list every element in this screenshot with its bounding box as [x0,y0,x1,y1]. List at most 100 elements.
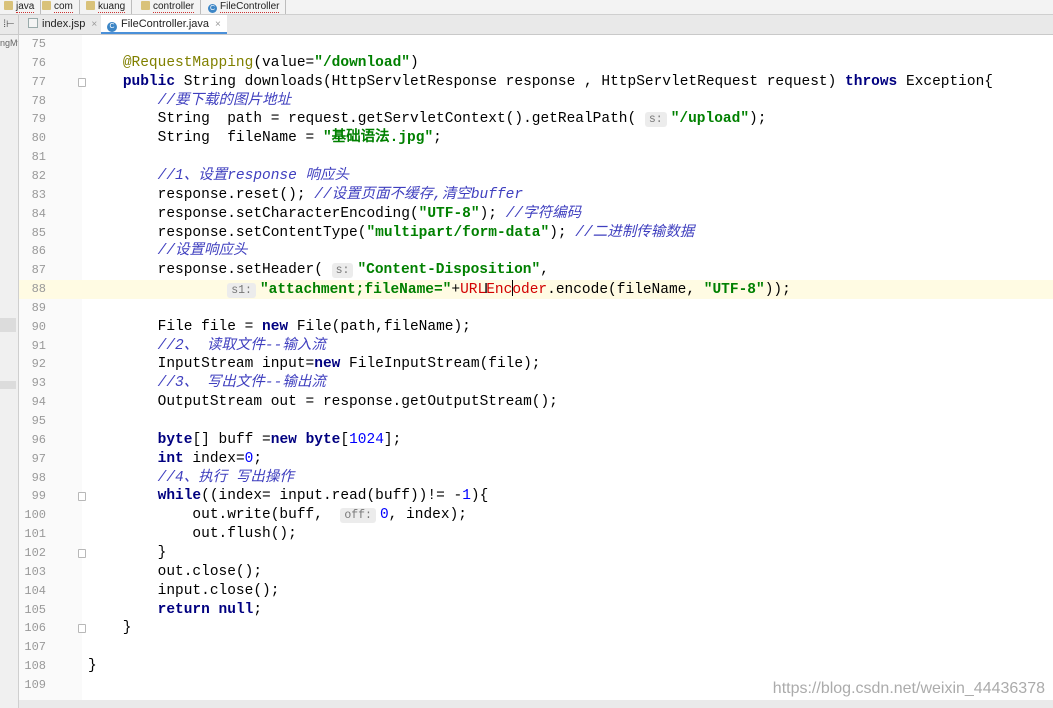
line-number: 84 [31,206,46,221]
breadcrumb-item-java[interactable]: java [0,0,42,14]
code-line[interactable]: 90 File file = new File(path,fileName); [19,318,1053,337]
watermark: https://blog.csdn.net/weixin_44436378 [772,680,1045,697]
code-line[interactable]: 97 int index=0; [19,450,1053,469]
code-line[interactable]: 106 } [19,619,1053,638]
close-icon[interactable]: × [91,19,97,30]
code-editor[interactable]: 75 76 @RequestMapping(value="/download") 7… [19,35,1053,701]
folder-icon [4,1,13,10]
panel-selection-marker [0,318,16,332]
breadcrumb-item-kuang[interactable]: kuang [82,0,133,14]
line-number: 83 [31,187,46,202]
line-number: 90 [31,319,46,334]
line-number: 101 [24,527,46,542]
fold-marker-icon[interactable] [78,492,86,502]
code-line[interactable]: 89 [19,299,1053,318]
code-line[interactable]: 102 } [19,544,1053,563]
line-number: 103 [24,564,46,579]
code-text: while((index= input.read(buff))!= -1){ [157,488,489,505]
code-line[interactable]: 86 //设置响应头 [19,242,1053,261]
folder-icon [141,1,150,10]
line-number: 79 [31,112,46,127]
fold-marker-icon[interactable] [78,548,86,558]
line-number: 89 [31,300,46,315]
line-number: 102 [24,545,46,560]
jsp-file-icon [28,18,38,28]
panel-selection-marker [0,381,16,389]
code-text: int index=0; [157,450,263,467]
structure-toggle-icon[interactable]: ⁞⊢ [0,15,19,34]
line-number: 96 [31,432,46,447]
code-line[interactable]: 80 String fileName = "基础语法.jpg"; [19,129,1053,148]
code-line[interactable]: 103 out.close(); [19,563,1053,582]
code-text: //要下载的图片地址 [157,92,292,109]
text-cursor-icon: Ⅰ [484,282,489,298]
code-text: InputStream input=new FileInputStream(fi… [88,356,541,373]
code-text: response.setCharacterEncoding("UTF-8"); … [88,205,582,222]
code-line[interactable]: 87 response.setHeader( s: "Content-Dispos… [19,261,1053,280]
code-text: //1、设置response 响应头 [157,167,350,184]
close-icon[interactable]: × [215,19,221,30]
code-text: input.close(); [88,582,280,599]
line-number: 86 [31,244,46,259]
code-text: OutputStream out = response.getOutputStr… [88,394,558,411]
code-line[interactable]: 78 //要下载的图片地址 [19,92,1053,111]
code-line[interactable]: 79 String path = request.getServletConte… [19,110,1053,129]
code-text: } [88,658,97,675]
code-text: response.setContentType("multipart/form-… [88,224,695,241]
code-text: @RequestMapping(value="/download") [122,54,419,71]
code-line[interactable]: 95 [19,412,1053,431]
code-line[interactable]: 91 //2、 读取文件--输入流 [19,337,1053,356]
code-line[interactable]: 77 public String downloads(HttpServletRe… [19,73,1053,92]
project-panel-edge[interactable]: ngMvc [0,35,19,708]
line-number: 93 [31,376,46,391]
java-class-icon: C [107,22,117,32]
breadcrumb-item-controller[interactable]: controller [137,0,202,14]
breadcrumb-item-filecontroller[interactable]: C FileController [204,0,287,14]
line-number: 95 [31,414,46,428]
fold-marker-icon[interactable] [78,624,86,634]
tab-filecontroller-java[interactable]: C FileController.java × [101,15,227,34]
code-line[interactable]: 100 out.write(buff, off: 0, index); [19,506,1053,525]
code-text: } [88,544,167,561]
code-line[interactable]: 107 [19,638,1053,657]
code-text: File file = new File(path,fileName); [88,318,471,335]
horizontal-scrollbar[interactable] [19,700,1053,708]
code-text: out.write(buff, off: 0, index); [88,507,467,524]
code-line[interactable]: 83 response.reset(); //设置页面不缓存,清空buffer [19,186,1053,205]
fold-marker-icon[interactable] [78,77,86,87]
code-line[interactable]: 92 InputStream input=new FileInputStream… [19,355,1053,374]
code-line[interactable]: 104 input.close(); [19,582,1053,601]
code-line[interactable]: 96 byte[] buff =new byte[1024]; [19,431,1053,450]
line-number: 76 [31,55,46,70]
code-line[interactable]: 85 response.setContentType("multipart/fo… [19,224,1053,243]
line-number: 105 [24,602,46,617]
code-line[interactable]: 93 //3、 写出文件--输出流 [19,374,1053,393]
code-line[interactable]: 81 [19,148,1053,167]
code-text: byte[] buff =new byte[1024]; [157,431,402,448]
code-text: //4、执行 写出操作 [157,469,294,486]
line-number: 77 [31,74,46,89]
code-line[interactable]: 76 @RequestMapping(value="/download") [19,54,1053,73]
code-text: String path = request.getServletContext(… [88,111,767,128]
code-line[interactable]: 108} [19,657,1053,676]
line-number: 97 [31,451,46,466]
code-line[interactable]: 105 return null; [19,601,1053,620]
code-text: s1: "attachment;fileName="+URLEncoder.enc… [88,280,791,300]
code-line[interactable]: 94 OutputStream out = response.getOutput… [19,393,1053,412]
code-line[interactable]: 101 out.flush(); [19,525,1053,544]
line-number: 78 [31,93,46,108]
line-number: 82 [31,168,46,183]
code-text: out.flush(); [88,526,297,543]
code-line[interactable]: 88 s1: "attachment;fileName="+URLEncoder.… [19,280,1053,300]
code-line[interactable]: 84 response.setCharacterEncoding("UTF-8"… [19,205,1053,224]
code-line[interactable]: 98 //4、执行 写出操作 [19,469,1053,488]
code-line[interactable]: 75 [19,35,1053,54]
line-number: 88 [31,282,46,297]
line-number: 91 [31,338,46,353]
code-line[interactable]: 99 while((index= input.read(buff))!= -1)… [19,487,1053,506]
code-text: //3、 写出文件--输出流 [157,375,326,392]
breadcrumb-item-com[interactable]: com [38,0,80,14]
tab-index-jsp[interactable]: index.jsp × [22,15,103,34]
editor-tab-bar: ⁞⊢ index.jsp × C FileController.java × [0,15,1053,35]
code-line[interactable]: 82 //1、设置response 响应头 [19,167,1053,186]
